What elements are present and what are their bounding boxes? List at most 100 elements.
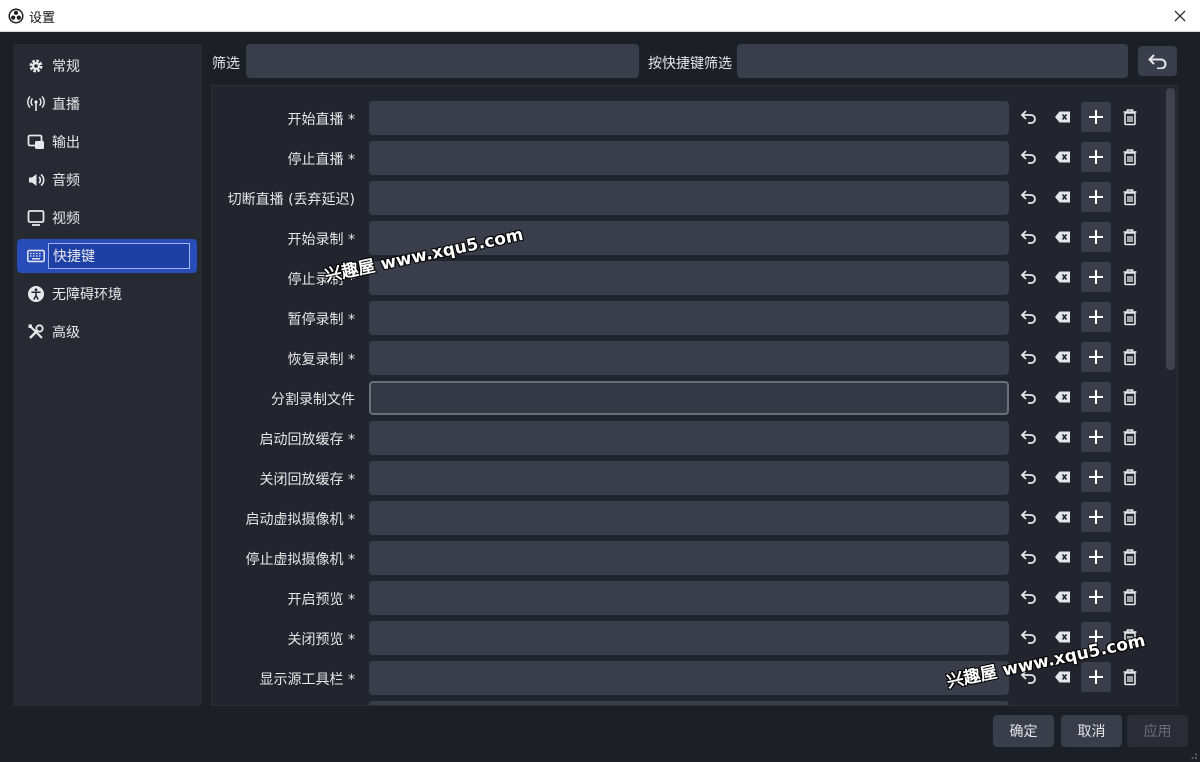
clear-button[interactable] (1048, 382, 1078, 412)
add-binding-button[interactable] (1081, 502, 1111, 532)
add-binding-button[interactable] (1081, 542, 1111, 572)
clear-button[interactable] (1048, 502, 1078, 532)
add-binding-button[interactable] (1081, 342, 1111, 372)
clear-button[interactable] (1048, 142, 1078, 172)
backspace-icon (1055, 151, 1070, 163)
revert-icon (1020, 470, 1036, 484)
revert-button[interactable] (1014, 422, 1044, 452)
clear-button[interactable] (1048, 302, 1078, 332)
trash-icon (1123, 389, 1137, 406)
clear-button[interactable] (1048, 582, 1078, 612)
hotkey-filter-label: 按快捷键筛选 (648, 56, 732, 72)
revert-button[interactable] (1014, 582, 1044, 612)
gear-icon (29, 59, 43, 73)
hotkey-input[interactable] (369, 581, 1009, 615)
hotkey-input[interactable] (369, 181, 1009, 215)
hotkey-input[interactable] (369, 101, 1009, 135)
hotkey-row: 启动回放缓存 * (212, 421, 1177, 455)
scrollbar[interactable] (1166, 88, 1175, 370)
clear-button[interactable] (1048, 182, 1078, 212)
sidebar-item-output[interactable]: 输出 (17, 125, 197, 159)
hotkey-input[interactable] (369, 421, 1009, 455)
remove-binding-button[interactable] (1115, 422, 1145, 452)
remove-binding-button[interactable] (1115, 262, 1145, 292)
hotkey-input[interactable] (369, 501, 1009, 535)
resize-grip-icon[interactable] (1188, 750, 1198, 760)
revert-icon (1020, 190, 1036, 204)
revert-button[interactable] (1014, 142, 1044, 172)
add-binding-button[interactable] (1081, 102, 1111, 132)
hotkey-input[interactable] (369, 701, 1009, 705)
hotkey-input[interactable] (369, 341, 1009, 375)
hotkey-input[interactable] (369, 621, 1009, 655)
revert-button[interactable] (1014, 342, 1044, 372)
sidebar-item-general[interactable]: 常规 (17, 49, 197, 83)
add-binding-button[interactable] (1081, 182, 1111, 212)
cancel-button[interactable]: 取消 (1061, 715, 1122, 747)
revert-button[interactable] (1014, 382, 1044, 412)
add-binding-button[interactable] (1081, 462, 1111, 492)
add-binding-button[interactable] (1081, 662, 1111, 692)
sidebar-item-audio[interactable]: 音频 (17, 163, 197, 197)
sidebar-item-video[interactable]: 视频 (17, 201, 197, 235)
hotkey-input[interactable] (369, 141, 1009, 175)
add-binding-button[interactable] (1081, 582, 1111, 612)
remove-binding-button[interactable] (1115, 182, 1145, 212)
remove-binding-button[interactable] (1115, 342, 1145, 372)
revert-button[interactable] (1014, 462, 1044, 492)
add-binding-button[interactable] (1081, 302, 1111, 332)
hotkey-label: 分割录制文件 (271, 392, 355, 408)
add-binding-button[interactable] (1081, 262, 1111, 292)
apply-button[interactable]: 应用 (1127, 715, 1188, 747)
revert-icon (1020, 270, 1036, 284)
hotkey-label: 停止直播 * (287, 152, 355, 168)
add-binding-button[interactable] (1081, 222, 1111, 252)
ok-button[interactable]: 确定 (993, 715, 1054, 747)
revert-button[interactable] (1014, 182, 1044, 212)
clear-button[interactable] (1048, 222, 1078, 252)
sidebar-item-label: 常规 (52, 59, 80, 75)
close-icon[interactable] (1170, 6, 1190, 26)
revert-button[interactable] (1014, 262, 1044, 292)
add-binding-button[interactable] (1081, 382, 1111, 412)
remove-binding-button[interactable] (1115, 582, 1145, 612)
filter-input[interactable] (246, 44, 639, 78)
plus-icon (1089, 670, 1103, 684)
revert-button[interactable] (1014, 542, 1044, 572)
remove-binding-button[interactable] (1115, 102, 1145, 132)
revert-button[interactable] (1014, 302, 1044, 332)
clear-button[interactable] (1048, 262, 1078, 292)
remove-binding-button[interactable] (1115, 542, 1145, 572)
add-binding-button[interactable] (1081, 142, 1111, 172)
hotkey-input[interactable] (369, 381, 1009, 415)
hotkey-list: 开始直播 * 停止直播 * 切断直播 (丢弃延迟) 开始录制 * 停止录制 * 暂停录制 … (211, 85, 1178, 706)
sidebar-item-advanced[interactable]: 高级 (17, 315, 197, 349)
sidebar-item-stream[interactable]: 直播 (17, 87, 197, 121)
clear-button[interactable] (1048, 422, 1078, 452)
revert-button[interactable] (1014, 222, 1044, 252)
remove-binding-button[interactable] (1115, 662, 1145, 692)
hotkey-input[interactable] (369, 261, 1009, 295)
hotkey-input[interactable] (369, 461, 1009, 495)
hotkey-input[interactable] (369, 661, 1009, 695)
remove-binding-button[interactable] (1115, 222, 1145, 252)
revert-button[interactable] (1014, 102, 1044, 132)
remove-binding-button[interactable] (1115, 502, 1145, 532)
hotkey-input[interactable] (369, 301, 1009, 335)
clear-button[interactable] (1048, 542, 1078, 572)
add-binding-button[interactable] (1081, 422, 1111, 452)
remove-binding-button[interactable] (1115, 382, 1145, 412)
hotkey-input[interactable] (369, 541, 1009, 575)
clear-button[interactable] (1048, 462, 1078, 492)
reset-filter-button[interactable] (1138, 46, 1177, 76)
remove-binding-button[interactable] (1115, 462, 1145, 492)
hotkey-filter-input[interactable] (737, 44, 1128, 78)
remove-binding-button[interactable] (1115, 142, 1145, 172)
revert-button[interactable] (1014, 502, 1044, 532)
remove-binding-button[interactable] (1115, 302, 1145, 332)
clear-button[interactable] (1048, 102, 1078, 132)
clear-button[interactable] (1048, 342, 1078, 372)
sidebar-item-accessibility[interactable]: 无障碍环境 (17, 277, 197, 311)
sidebar-item-hotkeys[interactable]: 快捷键 (17, 239, 197, 273)
trash-icon (1123, 149, 1137, 166)
